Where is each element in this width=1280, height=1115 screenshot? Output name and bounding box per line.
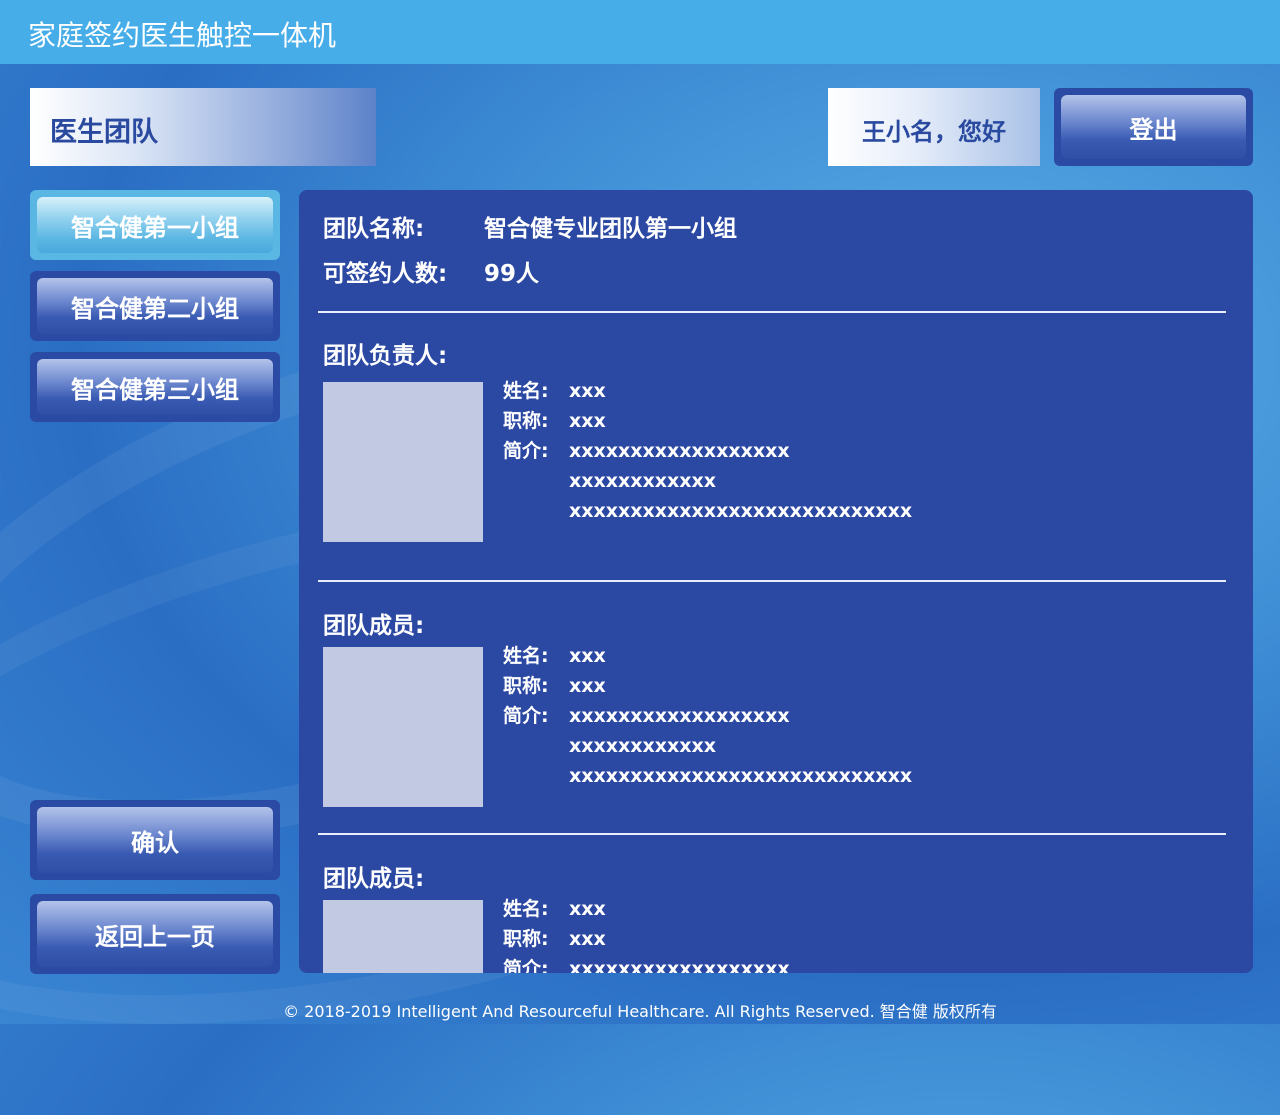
group-tab-3[interactable]: 智合健第三小组 <box>30 352 280 422</box>
leader-section-title: 团队负责人: <box>323 343 448 369</box>
person-title: xxx <box>569 410 606 432</box>
person-intro: xxxxxxxxxxxx <box>569 470 717 492</box>
title-bar: 家庭签约医生触控一体机 <box>0 0 1280 64</box>
person-name: xxx <box>569 898 606 920</box>
person-intro: xxxxxxxxxxxxxxxxxx <box>569 440 790 462</box>
back-button[interactable]: 返回上一页 <box>30 894 280 974</box>
name-field-label: 姓名: <box>503 645 549 667</box>
member-section-title: 团队成员: <box>323 866 425 892</box>
name-field-label: 姓名: <box>503 898 549 920</box>
copyright-footer: © 2018-2019 Intelligent And Resourceful … <box>283 1002 997 1021</box>
divider <box>318 833 1226 835</box>
leader-photo <box>323 382 483 542</box>
group-tab-label: 智合健第二小组 <box>37 278 273 334</box>
member-photo <box>323 647 483 807</box>
confirm-button[interactable]: 确认 <box>30 800 280 880</box>
group-tab-label: 智合健第三小组 <box>37 359 273 415</box>
group-tab-2[interactable]: 智合健第二小组 <box>30 271 280 341</box>
divider <box>318 580 1226 582</box>
app-title: 家庭签约医生触控一体机 <box>28 19 337 52</box>
divider <box>318 311 1226 313</box>
member-section-title: 团队成员: <box>323 613 425 639</box>
team-detail-panel[interactable]: 团队名称: 智合健专业团队第一小组 可签约人数: 99人 团队负责人: 姓名: x… <box>299 190 1253 973</box>
intro-field-label: 简介: <box>503 705 549 727</box>
group-tab-1[interactable]: 智合健第一小组 <box>30 190 280 260</box>
title-field-label: 职称: <box>503 928 549 950</box>
back-button-label: 返回上一页 <box>37 901 273 967</box>
person-title: xxx <box>569 928 606 950</box>
intro-field-label: 简介: <box>503 958 549 973</box>
confirm-button-label: 确认 <box>37 807 273 873</box>
title-field-label: 职称: <box>503 410 549 432</box>
user-greeting: 王小名，您好 <box>862 118 1006 146</box>
person-name: xxx <box>569 380 606 402</box>
intro-field-label: 简介: <box>503 440 549 462</box>
person-title: xxx <box>569 675 606 697</box>
group-tab-label: 智合健第一小组 <box>37 197 273 253</box>
person-intro: xxxxxxxxxxxxxxxxxx <box>569 705 790 727</box>
person-intro: xxxxxxxxxxxxxxxxxxxxxxxxxxxx <box>569 765 913 787</box>
name-field-label: 姓名: <box>503 380 549 402</box>
capacity-value: 99人 <box>484 261 540 287</box>
leader-details: 姓名: xxx 职称: xxx 简介: xxxxxxxxxxxxxxxxxx xxxx… <box>503 376 912 526</box>
member-details: 姓名: xxx 职称: xxx 简介: xxxxxxxxxxxxxxxxxx xxxx… <box>503 641 912 791</box>
user-greeting-box: 王小名，您好 <box>828 88 1040 166</box>
team-name-label: 团队名称: <box>323 216 425 242</box>
logout-button[interactable]: 登出 <box>1054 88 1253 166</box>
team-name-value: 智合健专业团队第一小组 <box>484 216 737 242</box>
person-intro: xxxxxxxxxxxx <box>569 735 717 757</box>
member-photo <box>323 900 483 973</box>
logout-button-label: 登出 <box>1061 95 1246 159</box>
person-intro: xxxxxxxxxxxxxxxxxxxxxxxxxxxx <box>569 500 913 522</box>
person-intro: xxxxxxxxxxxxxxxxxx <box>569 958 790 973</box>
title-field-label: 职称: <box>503 675 549 697</box>
capacity-label: 可签约人数: <box>323 261 448 287</box>
person-name: xxx <box>569 645 606 667</box>
page-title-box: 医生团队 <box>30 88 376 166</box>
page-title: 医生团队 <box>50 117 158 148</box>
member-details: 姓名: xxx 职称: xxx 简介: xxxxxxxxxxxxxxxxxx <box>503 894 790 973</box>
